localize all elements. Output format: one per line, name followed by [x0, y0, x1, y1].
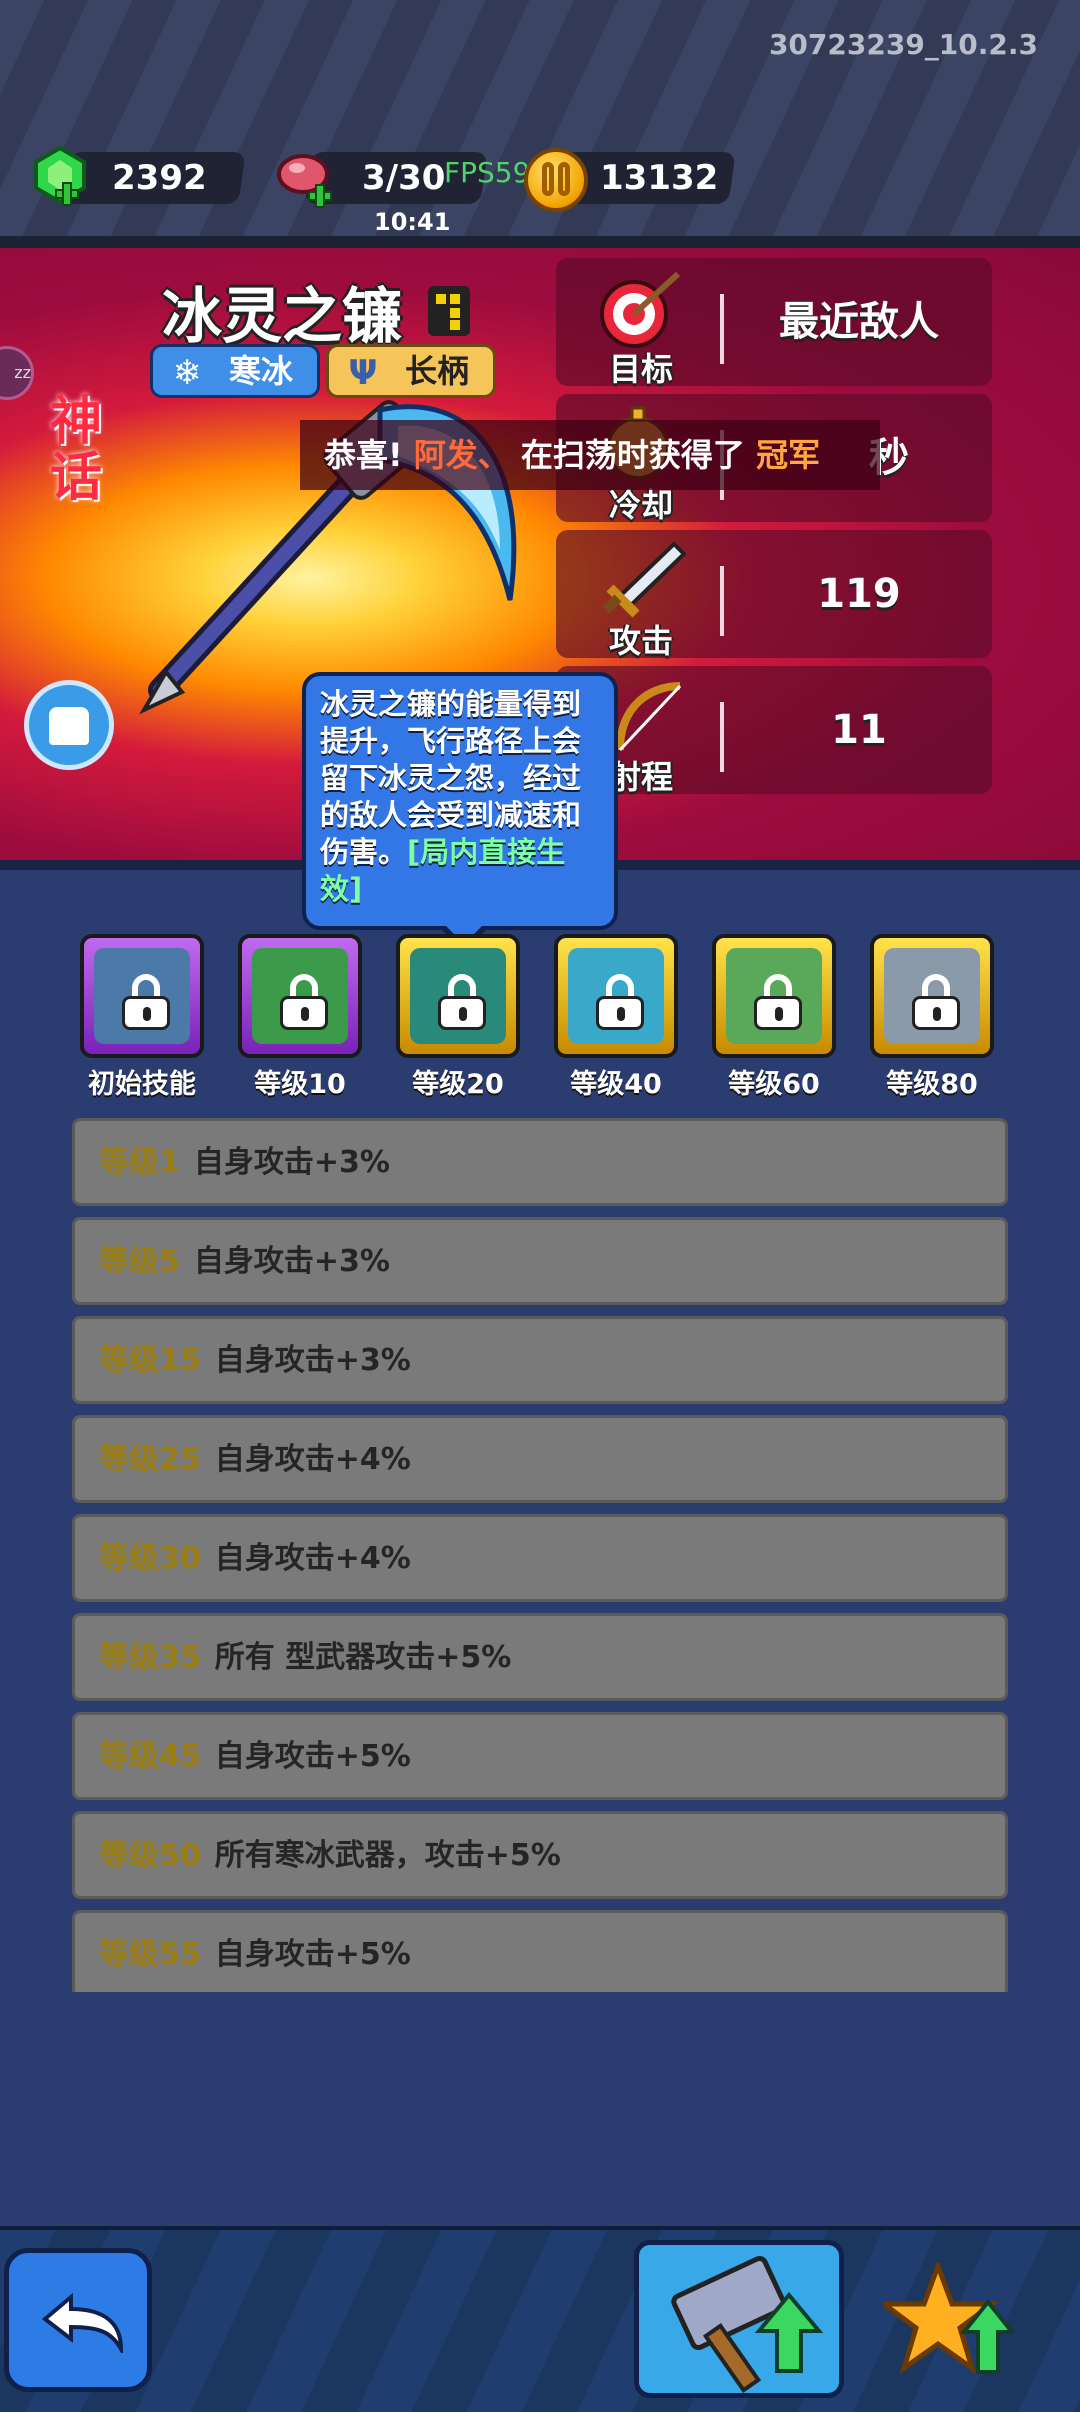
skill-slot-initial[interactable] — [80, 934, 204, 1058]
hammer-upgrade-icon — [671, 2255, 824, 2393]
bonus-text: 自身攻击+3% — [193, 1145, 390, 1180]
level-bonus-list[interactable]: 等级1 自身攻击+3% 等级5 自身攻击+3% 等级15 自身攻击+3% 等级25 自身… — [72, 1118, 1008, 1992]
tag-ice-label: 寒冰 — [229, 352, 294, 390]
tag-ice-element[interactable]: ❄ 寒冰 — [150, 344, 320, 398]
list-item: 等级55 自身攻击+5% — [72, 1910, 1008, 1992]
stat-target-label: 目标 — [608, 350, 673, 388]
skill-label-level-60: 等级60 — [728, 1069, 820, 1100]
stat-range: 射程 11 — [556, 666, 992, 796]
return-arrow-icon — [41, 2293, 124, 2353]
lock-icon — [912, 974, 960, 1030]
stamina-timer: 10:41 — [374, 208, 451, 236]
bonus-text: 自身攻击+4% — [214, 1541, 411, 1576]
skill-label-level-40: 等级40 — [570, 1069, 662, 1100]
skill-slot-level-60[interactable] — [712, 934, 836, 1058]
bonus-level: 等级25 — [99, 1442, 201, 1477]
skill-slot-level-20[interactable] — [396, 934, 520, 1058]
bonus-text: 自身攻击+4% — [214, 1442, 411, 1477]
coin-count: 13132 — [600, 158, 719, 198]
bonus-text: 自身攻击+5% — [214, 1739, 411, 1774]
stat-target: 目标 最近敌人 — [556, 258, 992, 388]
lock-icon — [280, 974, 328, 1030]
sword-icon — [602, 541, 687, 618]
bonus-level: 等级30 — [99, 1541, 201, 1576]
tag-polearm-label: 长柄 — [405, 352, 470, 390]
gem-plus-icon[interactable] — [32, 146, 88, 208]
skill-slot-level-40[interactable] — [554, 934, 678, 1058]
bonus-level: 等级1 — [99, 1145, 180, 1180]
skill-slot-level-10[interactable] — [238, 934, 362, 1058]
build-version: 30723239_10.2.3 — [768, 28, 1038, 61]
bonus-text: 自身攻击+3% — [214, 1343, 411, 1378]
stat-attack: 攻击 119 — [556, 530, 992, 660]
bonus-level: 等级35 — [99, 1640, 201, 1675]
bonus-level: 等级15 — [99, 1343, 201, 1378]
list-item: 等级5 自身攻击+3% — [72, 1217, 1008, 1305]
skin-button[interactable] — [24, 680, 114, 770]
stamina-count: 3/30 — [362, 158, 446, 198]
broadcast-text: 在扫荡时获得了 — [520, 436, 745, 474]
stat-target-value: 最近敌人 — [779, 299, 939, 345]
broadcast-trophy: 冠军 — [756, 436, 821, 474]
broadcast-player-name: 阿发、 — [413, 436, 510, 474]
bonus-level: 等级5 — [99, 1244, 180, 1279]
meat-plus-icon[interactable] — [275, 150, 335, 208]
snowflake-icon: ❄ — [172, 353, 202, 393]
target-icon — [600, 271, 681, 348]
coin-icon — [524, 148, 588, 212]
stat-separator — [720, 702, 724, 772]
list-item: 等级35 所有 型武器攻击+5% — [72, 1613, 1008, 1701]
bonus-text: 自身攻击+5% — [214, 1937, 411, 1972]
bonus-level: 等级45 — [99, 1739, 201, 1774]
skill-tooltip: 冰灵之镰的能量得到提升，飞行路径上会留下冰灵之怨，经过的敌人会受到减速和伤害。[… — [302, 672, 618, 930]
mythic-rarity-label: 神话 — [50, 392, 103, 508]
stat-attack-label: 攻击 — [608, 622, 673, 660]
broadcast-prefix: 恭喜! — [324, 436, 403, 474]
fps-counter: FPS59 — [444, 156, 531, 189]
weapon-shape-badge — [428, 286, 470, 336]
lock-icon — [122, 974, 170, 1030]
skill-label-level-10: 等级10 — [254, 1069, 346, 1100]
weapon-name: 冰灵之镰 — [162, 282, 402, 352]
top-bar-edge — [0, 236, 1080, 248]
back-button[interactable] — [4, 2248, 152, 2392]
list-item: 等级15 自身攻击+3% — [72, 1316, 1008, 1404]
skill-label-level-20: 等级20 — [412, 1069, 504, 1100]
lock-icon — [754, 974, 802, 1030]
list-item: 等级45 自身攻击+5% — [72, 1712, 1008, 1800]
list-item: 等级50 所有寒冰武器，攻击+5% — [72, 1811, 1008, 1899]
shirt-icon — [49, 707, 89, 745]
gem-count: 2392 — [112, 158, 207, 198]
bonus-text: 所有 型武器攻击+5% — [214, 1640, 512, 1675]
skill-label-level-80: 等级80 — [886, 1069, 978, 1100]
list-item: 等级25 自身攻击+4% — [72, 1415, 1008, 1503]
lock-icon — [438, 974, 486, 1030]
bonus-text: 所有寒冰武器，攻击+5% — [214, 1838, 561, 1873]
skill-slot-level-80[interactable] — [870, 934, 994, 1058]
lock-icon — [596, 974, 644, 1030]
stat-separator — [720, 566, 724, 636]
upgrade-hammer-button[interactable] — [634, 2240, 844, 2398]
stat-separator — [720, 294, 724, 364]
list-item: 等级1 自身攻击+3% — [72, 1118, 1008, 1206]
bonus-level: 等级50 — [99, 1838, 201, 1873]
skill-label-initial: 初始技能 — [88, 1069, 196, 1100]
list-item: 等级30 自身攻击+4% — [72, 1514, 1008, 1602]
tag-polearm-type[interactable]: Ψ 长柄 — [326, 344, 496, 398]
stat-attack-value: 119 — [817, 571, 901, 617]
bonus-level: 等级55 — [99, 1937, 201, 1972]
stat-range-value: 11 — [831, 707, 887, 753]
trident-icon: Ψ — [348, 353, 378, 393]
star-upgrade-button[interactable] — [884, 2262, 1014, 2382]
broadcast-banner: 恭喜! 阿发、 在扫荡时获得了 冠军 — [300, 420, 880, 490]
bonus-text: 自身攻击+3% — [193, 1244, 390, 1279]
